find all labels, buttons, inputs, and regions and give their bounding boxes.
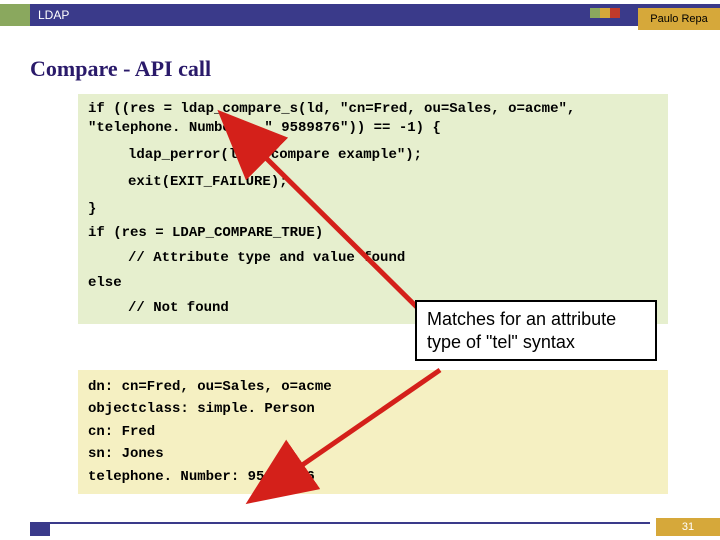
- ldif-block: dn: cn=Fred, ou=Sales, o=acme objectclas…: [78, 370, 668, 494]
- code-line: exit(EXIT_FAILURE);: [128, 173, 658, 192]
- code-line: else: [88, 274, 658, 293]
- code-line: if (res = LDAP_COMPARE_TRUE): [88, 224, 658, 243]
- header-bar: LDAP Paulo Repa: [0, 4, 720, 26]
- callout-box: Matches for an attribute type of "tel" s…: [415, 300, 657, 361]
- accent-block: [0, 4, 30, 26]
- footer-accent: [30, 522, 50, 536]
- code-line: // Attribute type and value found: [128, 249, 658, 268]
- ldif-line: objectclass: simple. Person: [88, 398, 658, 420]
- header-category: LDAP: [38, 8, 69, 22]
- code-line: if ((res = ldap_compare_s(ld, "cn=Fred, …: [88, 100, 658, 119]
- code-line: }: [88, 200, 658, 219]
- footer-rule: [50, 522, 650, 524]
- ldif-line: telephone. Number: 958-9876: [88, 466, 658, 488]
- header-author: Paulo Repa: [638, 8, 720, 30]
- page-number: 31: [656, 518, 720, 536]
- color-swatches: [590, 8, 630, 18]
- footer-bar: 31: [0, 518, 720, 536]
- ldif-line: dn: cn=Fred, ou=Sales, o=acme: [88, 376, 658, 398]
- ldif-line: sn: Jones: [88, 443, 658, 465]
- code-block: if ((res = ldap_compare_s(ld, "cn=Fred, …: [78, 94, 668, 324]
- code-line: "telephone. Number", " 9589876")) == -1)…: [88, 119, 658, 138]
- page-title: Compare - API call: [30, 56, 211, 82]
- code-line: ldap_perror(ld, "compare example");: [128, 146, 658, 165]
- ldif-line: cn: Fred: [88, 421, 658, 443]
